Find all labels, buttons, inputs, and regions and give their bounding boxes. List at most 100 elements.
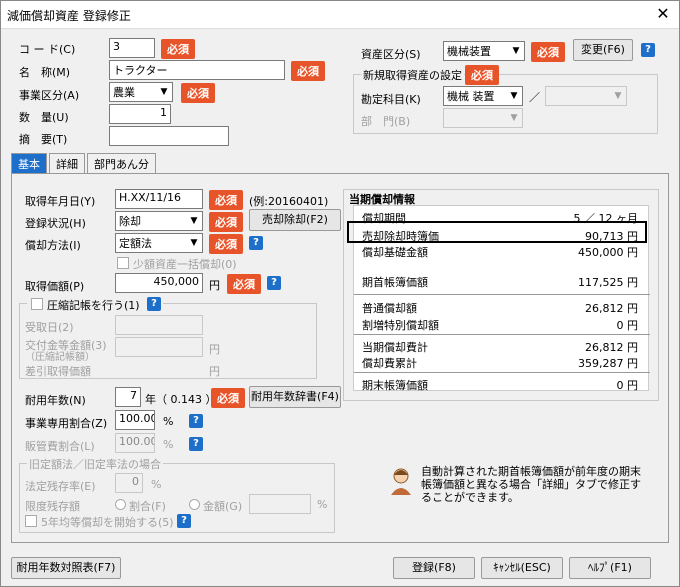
normal-depr-label: 普通償却額 xyxy=(362,302,417,315)
cumulative-value: 359,287 円 xyxy=(578,357,638,370)
dialog-window: 減価償却資産 登録修正 ✕ コ ー ド(C) 3 必須 名 称(M) トラクター… xyxy=(0,0,680,587)
cancel-button[interactable]: ｷｬﾝｾﾙ(ESC) xyxy=(481,557,563,579)
cumulative-row: 償却費累計 359,287 円 xyxy=(362,355,638,371)
limit-residual-label: 限度残存額 xyxy=(25,500,80,513)
useful-life-table-button[interactable]: 耐用年数対照表(F7) xyxy=(11,557,121,579)
residual-rate-label: 法定残存率(E) xyxy=(25,480,96,493)
new-asset-required-badge: 必須 xyxy=(465,65,499,85)
amount-input[interactable] xyxy=(249,494,311,514)
chevron-down-icon: ▼ xyxy=(614,91,622,101)
assistant-avatar-icon xyxy=(391,468,411,495)
asset-class-select[interactable]: 機械装置 ▼ xyxy=(443,41,525,61)
asset-class-value: 機械装置 xyxy=(447,45,491,58)
chevron-down-icon: ▼ xyxy=(190,216,198,226)
department-select[interactable]: ▼ xyxy=(443,108,523,128)
opening-book-value: 117,525 円 xyxy=(578,276,638,289)
business-category-value: 農業 xyxy=(113,86,135,99)
business-ratio-pct: % xyxy=(163,415,174,428)
receipt-date-input[interactable] xyxy=(115,315,203,335)
useful-life-input[interactable]: 7 xyxy=(115,387,141,407)
help-icon[interactable]: ? xyxy=(267,276,281,290)
help-icon[interactable]: ? xyxy=(189,414,203,428)
compression-label: 圧縮記帳を行う(1) xyxy=(47,299,140,312)
business-ratio-label: 事業専用割合(Z) xyxy=(25,417,108,430)
help-icon[interactable]: ? xyxy=(177,514,191,528)
amount-radio[interactable] xyxy=(189,499,200,510)
memo-input[interactable] xyxy=(109,126,229,146)
asset-required-badge: 必須 xyxy=(531,42,565,62)
residual-rate-input[interactable]: 0 xyxy=(115,473,143,493)
grant-input[interactable] xyxy=(115,337,203,357)
useful-life-dictionary-button[interactable]: 耐用年数辞書(F4) xyxy=(249,386,341,408)
five-year-checkbox[interactable] xyxy=(25,515,37,527)
period-total-value: 26,812 円 xyxy=(585,341,638,354)
opening-book-label: 期首帳簿価額 xyxy=(362,276,428,289)
help-icon[interactable]: ? xyxy=(249,236,263,250)
method-select[interactable]: 定額法 ▼ xyxy=(115,233,203,253)
admin-ratio-input[interactable]: 100.00 xyxy=(115,433,155,453)
ratio-radio[interactable] xyxy=(115,499,126,510)
account-select[interactable]: 機械 装置 ▼ xyxy=(443,86,523,106)
code-input[interactable]: 3 xyxy=(109,38,155,58)
period-total-label: 当期償却費計 xyxy=(362,341,428,354)
sell-dispose-button[interactable]: 売却除却(F2) xyxy=(249,209,341,231)
quantity-input[interactable]: 1 xyxy=(109,104,171,124)
close-icon[interactable]: ✕ xyxy=(653,4,673,23)
code-label: コ ー ド(C) xyxy=(19,43,76,56)
closing-book-label: 期末帳簿価額 xyxy=(362,379,428,392)
five-year-label: 5年均等償却を開始する(5) xyxy=(41,516,174,529)
base-amount-label: 償却基礎金額 xyxy=(362,246,428,259)
small-lump-label: 少額資産一括償却(0) xyxy=(133,258,237,271)
help-button[interactable]: ﾍﾙﾌﾟ(F1) xyxy=(569,557,651,579)
divider xyxy=(354,372,650,373)
cost-label: 取得価額(P) xyxy=(25,280,85,293)
cost-yen: 円 xyxy=(209,279,220,292)
help-icon[interactable]: ? xyxy=(147,297,161,311)
name-input[interactable]: トラクター xyxy=(109,60,285,80)
diff-cost-label: 差引取得価額 xyxy=(25,365,91,378)
cost-input[interactable]: 450,000 xyxy=(115,273,203,293)
small-lump-checkbox[interactable] xyxy=(117,257,129,269)
acquisition-date-label: 取得年月日(Y) xyxy=(25,195,96,208)
tab-basic[interactable]: 基本 xyxy=(11,153,47,173)
quantity-label: 数 量(U) xyxy=(19,111,69,124)
change-button[interactable]: 変更(F6) xyxy=(573,39,633,61)
account-value: 機械 装置 xyxy=(447,90,495,103)
chevron-down-icon: ▼ xyxy=(510,91,518,101)
status-select[interactable]: 除却 ▼ xyxy=(115,211,203,231)
notice-text: 自動計算された期首帳簿価額が前年度の期末帳簿価額と異なる場合「詳細」タブで修正す… xyxy=(421,465,641,504)
divider xyxy=(354,334,650,335)
sub-account-select[interactable]: ▼ xyxy=(545,86,627,106)
business-category-select[interactable]: 農業 ▼ xyxy=(109,82,173,102)
date-example: (例:20160401) xyxy=(249,195,329,208)
useful-life-unit: 年（ 0.143 ） xyxy=(145,393,217,406)
admin-ratio-pct: % xyxy=(163,438,174,451)
tab-bar: 基本 詳細 部門あん分 xyxy=(11,153,156,173)
memo-label: 摘 要(T) xyxy=(19,133,68,146)
help-icon[interactable]: ? xyxy=(189,437,203,451)
admin-ratio-label: 販管費割合(L) xyxy=(25,440,95,453)
life-required-badge: 必須 xyxy=(211,388,245,408)
register-button[interactable]: 登録(F8) xyxy=(393,557,475,579)
residual-rate-pct: % xyxy=(151,478,162,491)
slash-separator: ／ xyxy=(529,91,540,104)
divider xyxy=(354,294,650,295)
grant-yen: 円 xyxy=(209,343,220,356)
compression-checkbox[interactable] xyxy=(31,298,43,310)
closing-book-row: 期末帳簿価額 0 円 xyxy=(362,377,638,393)
department-label: 部 門(B) xyxy=(361,115,411,128)
period-total-row: 当期償却費計 26,812 円 xyxy=(362,339,638,355)
chevron-down-icon: ▼ xyxy=(160,87,168,97)
base-amount-value: 450,000 円 xyxy=(578,246,638,259)
chevron-down-icon: ▼ xyxy=(190,238,198,248)
business-ratio-input[interactable]: 100.00 xyxy=(115,410,155,430)
code-required-badge: 必須 xyxy=(161,39,195,59)
name-required-badge: 必須 xyxy=(291,61,325,81)
help-icon[interactable]: ? xyxy=(641,43,655,57)
acquisition-date-input[interactable]: H.XX/11/16 xyxy=(115,189,203,209)
amount-pct: % xyxy=(317,498,328,511)
tab-detail[interactable]: 詳細 xyxy=(49,153,85,173)
receipt-date-label: 受取日(2) xyxy=(25,321,74,334)
chevron-down-icon: ▼ xyxy=(510,113,518,123)
tab-department-allocation[interactable]: 部門あん分 xyxy=(87,153,156,173)
